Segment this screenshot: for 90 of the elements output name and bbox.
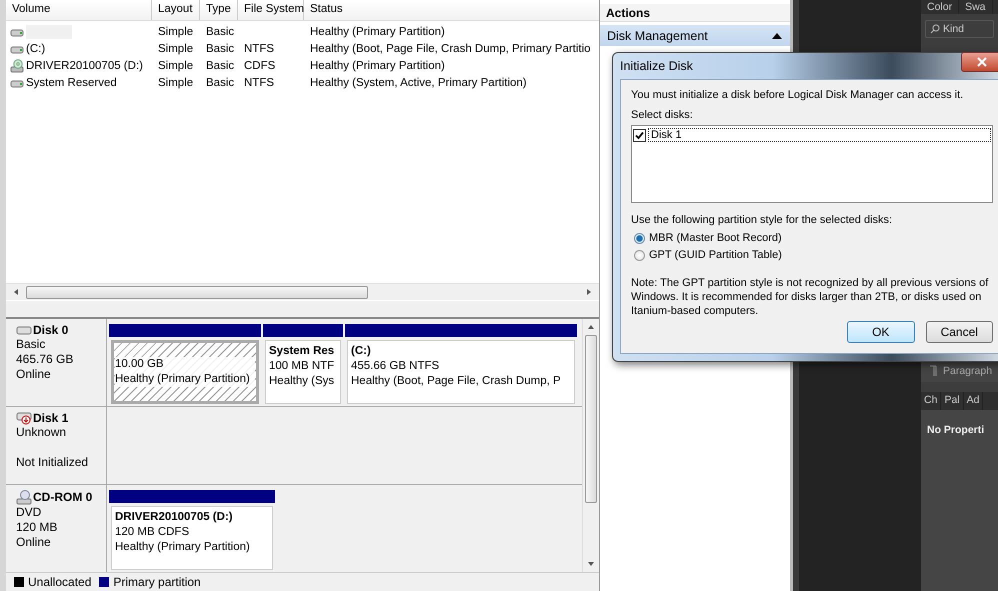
radio-button[interactable] bbox=[634, 232, 645, 244]
scrollbar-thumb[interactable] bbox=[26, 286, 368, 298]
layout-cell: Simple bbox=[158, 60, 194, 72]
search-icon bbox=[930, 24, 940, 34]
partition-detail: 120 MB CDFS bbox=[115, 525, 190, 540]
close-icon bbox=[977, 57, 987, 67]
cd-drive-icon bbox=[10, 58, 24, 72]
partition-block[interactable]: System Res 100 MB NTF Healthy (Sys bbox=[265, 340, 341, 404]
filter-field[interactable]: Kind bbox=[925, 20, 994, 38]
close-button[interactable] bbox=[961, 52, 998, 72]
cd-drive-icon bbox=[16, 489, 32, 505]
intro-text: You must initialize a disk before Logical Disk Manager can access it. bbox=[631, 88, 964, 102]
partition-block[interactable]: (C:) 455.66 GB NTFS Healthy (Boot, Page File, Crash Dump, P bbox=[347, 340, 575, 404]
partition-detail: 455.66 GB NTFS bbox=[351, 359, 440, 374]
partition-detail: 10.00 GB bbox=[115, 357, 255, 372]
radio-label[interactable]: MBR (Master Boot Record) bbox=[649, 232, 782, 244]
action-group[interactable]: Disk Management bbox=[600, 25, 790, 46]
disk-type: DVD bbox=[16, 505, 42, 520]
horizontal-scrollbar[interactable] bbox=[6, 283, 599, 300]
status-cell: Healthy (Primary Partition) bbox=[310, 60, 445, 72]
disk-type: Basic bbox=[16, 337, 46, 352]
scroll-up-icon[interactable] bbox=[587, 323, 595, 331]
scrollbar-thumb[interactable] bbox=[585, 335, 597, 503]
layout-cell: Simple bbox=[158, 76, 194, 88]
panel-tab[interactable]: Swa bbox=[959, 0, 993, 14]
type-cell: Basic bbox=[206, 60, 234, 72]
disk-type: Unknown bbox=[16, 425, 68, 440]
partition-detail: Healthy (Primary Partition) bbox=[115, 372, 255, 387]
paragraph-icon bbox=[929, 365, 937, 377]
radio-button[interactable] bbox=[634, 250, 645, 260]
checkbox[interactable] bbox=[633, 128, 646, 142]
partition-style-label: Use the following partition style for the selected disks: bbox=[631, 213, 894, 227]
partition-detail: Healthy (Sys bbox=[269, 374, 336, 389]
type-cell: Basic bbox=[206, 26, 234, 38]
disk-status: Online bbox=[16, 535, 52, 550]
drive-icon bbox=[16, 324, 32, 336]
dialog-title: Initialize Disk bbox=[620, 59, 693, 73]
file-system-cell: NTFS bbox=[244, 42, 274, 54]
partition-block[interactable]: DRIVER20100705 (D:) 120 MB CDFS Healthy (Primary Partition) bbox=[111, 506, 273, 570]
splitter-bar[interactable] bbox=[6, 300, 599, 319]
volume-name: System Reserved bbox=[26, 76, 117, 88]
select-disks-label: Select disks: bbox=[631, 108, 694, 122]
file-system-cell: CDFS bbox=[244, 60, 276, 72]
column-header[interactable]: Volume bbox=[6, 0, 152, 20]
layout-cell: Simple bbox=[158, 42, 194, 54]
type-cell: Basic bbox=[206, 42, 234, 54]
vertical-scrollbar[interactable] bbox=[582, 319, 599, 572]
volume-name: DRIVER20100705 (D:) bbox=[26, 60, 143, 72]
disk-name: Disk 0 bbox=[33, 323, 68, 337]
partition-detail: 100 MB NTF bbox=[269, 359, 336, 374]
note-text: Note: The GPT partition style is not recognized by all previous versions of Windows. It is recommended for disks larger than 2TB, or disks used on Itanium-based computers. bbox=[631, 276, 990, 318]
disk-size: 465.76 GB bbox=[16, 352, 74, 367]
column-header[interactable]: Layout bbox=[152, 0, 200, 20]
legend-label: Unallocated bbox=[28, 575, 92, 589]
cancel-button[interactable]: Cancel bbox=[926, 321, 993, 343]
partition-block[interactable]: 10.00 GB Healthy (Primary Partition) bbox=[111, 340, 259, 404]
layout-cell: Simple bbox=[158, 26, 194, 38]
scroll-left-icon[interactable] bbox=[12, 288, 20, 296]
disk-name: Disk 1 bbox=[33, 411, 68, 425]
partition-title: System Res bbox=[269, 344, 336, 359]
disk-list[interactable]: Disk 1 bbox=[631, 125, 993, 203]
radio-label[interactable]: GPT (GUID Partition Table) bbox=[649, 249, 782, 261]
collapse-icon[interactable] bbox=[772, 32, 782, 38]
partition-detail: Healthy (Boot, Page File, Crash Dump, P bbox=[351, 374, 562, 389]
no-properties-message: No Properti bbox=[927, 424, 984, 436]
panel-tab[interactable]: Color bbox=[921, 0, 960, 14]
disk-size: 120 MB bbox=[16, 520, 58, 535]
volume-name: (C:) bbox=[26, 42, 46, 54]
file-system-cell: NTFS bbox=[244, 76, 274, 88]
partition-detail: Healthy (Primary Partition) bbox=[115, 540, 251, 555]
column-header[interactable]: Status bbox=[304, 0, 599, 20]
scroll-right-icon[interactable] bbox=[585, 288, 593, 296]
legend-label: Primary partition bbox=[113, 575, 201, 589]
paragraph-panel-tab[interactable]: Paragraph bbox=[921, 360, 998, 382]
partition-title: (C:) bbox=[351, 344, 372, 359]
disk-name: CD-ROM 0 bbox=[33, 490, 92, 504]
type-cell: Basic bbox=[206, 76, 234, 88]
disk-status: Online bbox=[16, 367, 52, 382]
scroll-down-icon[interactable] bbox=[587, 560, 595, 568]
partition-title: DRIVER20100705 (D:) bbox=[115, 510, 234, 525]
disk-list-item[interactable]: Disk 1 bbox=[648, 128, 991, 142]
disk-status: Not Initialized bbox=[16, 455, 90, 470]
column-header[interactable]: Type bbox=[200, 0, 238, 20]
status-cell: Healthy (Primary Partition) bbox=[310, 26, 445, 38]
status-cell: Healthy (System, Active, Primary Partition) bbox=[310, 76, 527, 88]
ok-button[interactable]: OK bbox=[847, 321, 914, 343]
disk-alert-icon bbox=[16, 411, 32, 425]
status-cell: Healthy (Boot, Page File, Crash Dump, Primary Partitio bbox=[310, 42, 591, 54]
actions-header: Actions bbox=[600, 4, 790, 22]
column-header[interactable]: File System bbox=[238, 0, 304, 20]
